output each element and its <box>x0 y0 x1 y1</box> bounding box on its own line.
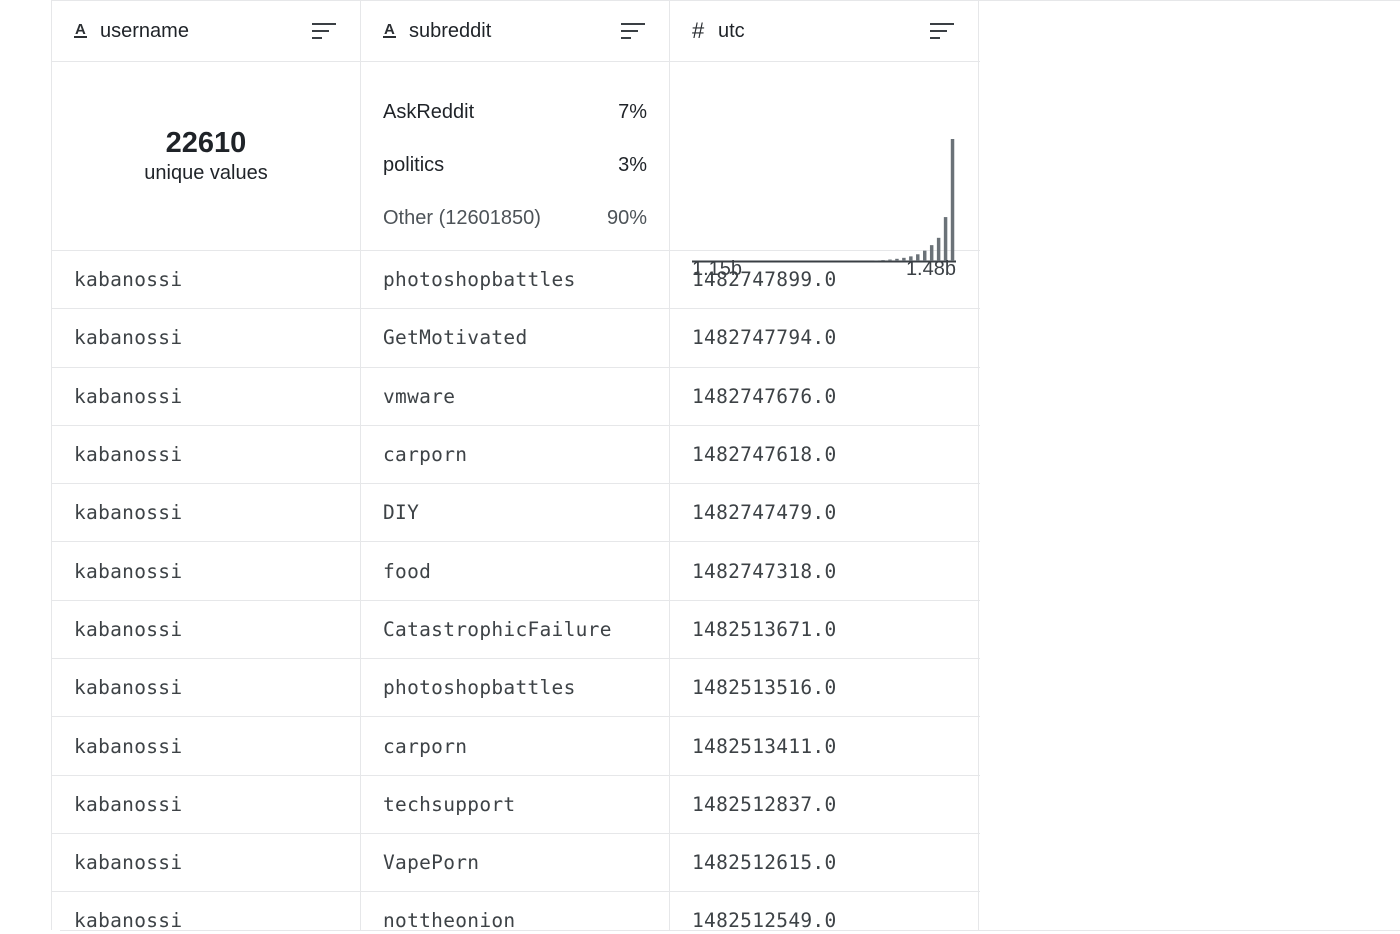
top-divider <box>978 0 1400 1</box>
cell-username[interactable]: kabanossi <box>52 659 361 717</box>
category-item[interactable]: AskReddit 7% <box>383 86 647 139</box>
category-item[interactable]: politics 3% <box>383 139 647 192</box>
cell-subreddit[interactable]: photoshopbattles <box>361 251 670 309</box>
cell-username[interactable]: kabanossi <box>52 542 361 600</box>
table-row[interactable]: kabanossi nottheonion 1482512549.0 <box>52 892 980 930</box>
category-label: AskReddit <box>383 101 475 123</box>
cell-username[interactable]: kabanossi <box>52 367 361 425</box>
cell-utc[interactable]: 1482747794.0 <box>670 309 979 367</box>
utc-summary: 1.15b 1.48b <box>670 62 979 280</box>
category-label: Other (12601850) <box>383 207 541 229</box>
table-row[interactable]: kabanossi carporn 1482747618.0 <box>52 425 980 485</box>
table-header: A username A subreddit # utc <box>52 0 980 62</box>
category-percent: 7% <box>618 101 647 123</box>
table-row[interactable]: kabanossi carporn 1482513411.0 <box>52 717 980 776</box>
cell-username[interactable]: kabanossi <box>52 892 361 930</box>
column-header-username[interactable]: A username <box>52 1 361 61</box>
cell-utc[interactable]: 1482512615.0 <box>670 833 979 892</box>
cell-utc[interactable]: 1482513411.0 <box>670 717 979 775</box>
number-type-icon: # <box>692 18 705 43</box>
cell-utc[interactable]: 1482513671.0 <box>670 600 979 659</box>
cell-username[interactable]: kabanossi <box>52 833 361 892</box>
cell-subreddit[interactable]: carporn <box>361 717 670 775</box>
bottom-divider <box>60 930 1400 931</box>
cell-utc[interactable]: 1482512837.0 <box>670 775 979 833</box>
cell-username[interactable]: kabanossi <box>52 484 361 542</box>
cell-subreddit[interactable]: nottheonion <box>361 892 670 930</box>
cell-utc[interactable]: 1482747899.0 <box>670 251 979 309</box>
cell-utc[interactable]: 1482747318.0 <box>670 542 979 600</box>
text-type-icon: A <box>383 21 396 38</box>
table-row[interactable]: kabanossi VapePorn 1482512615.0 <box>52 833 980 893</box>
table-row[interactable]: kabanossi food 1482747318.0 <box>52 542 980 601</box>
table-row[interactable]: kabanossi vmware 1482747676.0 <box>52 367 980 426</box>
column-name: subreddit <box>409 19 492 42</box>
cell-utc[interactable]: 1482747676.0 <box>670 367 979 425</box>
category-percent: 90% <box>606 207 647 229</box>
utc-histogram[interactable] <box>692 76 958 266</box>
column-header-utc[interactable]: # utc <box>670 1 979 61</box>
sort-lines-icon[interactable] <box>930 21 956 41</box>
username-summary: 22610 unique values <box>52 62 361 250</box>
summary-row: 22610 unique values AskReddit 7% politic… <box>52 62 980 280</box>
histogram-bar[interactable] <box>950 139 955 261</box>
cell-username[interactable]: kabanossi <box>52 251 361 309</box>
cell-subreddit[interactable]: vmware <box>361 367 670 425</box>
cell-utc[interactable]: 1482513516.0 <box>670 659 979 717</box>
cell-subreddit[interactable]: carporn <box>361 425 670 484</box>
sort-lines-icon[interactable] <box>312 21 338 41</box>
category-percent: 3% <box>618 154 647 176</box>
table-row[interactable]: kabanossi photoshopbattles 1482513516.0 <box>52 659 980 718</box>
table-row[interactable]: kabanossi photoshopbattles 1482747899.0 <box>52 251 980 310</box>
cell-subreddit[interactable]: techsupport <box>361 775 670 833</box>
cell-utc[interactable]: 1482747479.0 <box>670 484 979 542</box>
subreddit-summary: AskReddit 7% politics 3% Other (12601850… <box>361 62 670 250</box>
cell-username[interactable]: kabanossi <box>52 425 361 484</box>
cell-username[interactable]: kabanossi <box>52 309 361 367</box>
category-label: politics <box>383 154 445 176</box>
text-type-icon: A <box>74 21 87 38</box>
unique-count: 22610 <box>165 127 247 159</box>
cell-subreddit[interactable]: DIY <box>361 484 670 542</box>
table-row[interactable]: kabanossi DIY 1482747479.0 <box>52 484 980 543</box>
cell-utc[interactable]: 1482512549.0 <box>670 892 979 930</box>
cell-subreddit[interactable]: VapePorn <box>361 833 670 892</box>
column-header-subreddit[interactable]: A subreddit <box>361 1 670 61</box>
cell-username[interactable]: kabanossi <box>52 775 361 833</box>
column-name: username <box>100 19 189 42</box>
cell-subreddit[interactable]: photoshopbattles <box>361 659 670 717</box>
unique-label: unique values <box>144 162 268 184</box>
cell-subreddit[interactable]: CatastrophicFailure <box>361 600 670 659</box>
cell-username[interactable]: kabanossi <box>52 600 361 659</box>
category-item-other[interactable]: Other (12601850) 90% <box>383 192 647 245</box>
table-body: kabanossi photoshopbattles 1482747899.0 kab… <box>52 251 980 930</box>
cell-utc[interactable]: 1482747618.0 <box>670 425 979 484</box>
table-row[interactable]: kabanossi GetMotivated 1482747794.0 <box>52 309 980 368</box>
cell-subreddit[interactable]: food <box>361 542 670 600</box>
sort-lines-icon[interactable] <box>621 21 647 41</box>
cell-username[interactable]: kabanossi <box>52 717 361 775</box>
table-row[interactable]: kabanossi techsupport 1482512837.0 <box>52 775 980 834</box>
column-name: utc <box>718 19 745 42</box>
cell-subreddit[interactable]: GetMotivated <box>361 309 670 367</box>
data-table: A username A subreddit # utc 22610 uniqu… <box>51 0 980 930</box>
table-row[interactable]: kabanossi CatastrophicFailure 1482513671.0 <box>52 600 980 660</box>
